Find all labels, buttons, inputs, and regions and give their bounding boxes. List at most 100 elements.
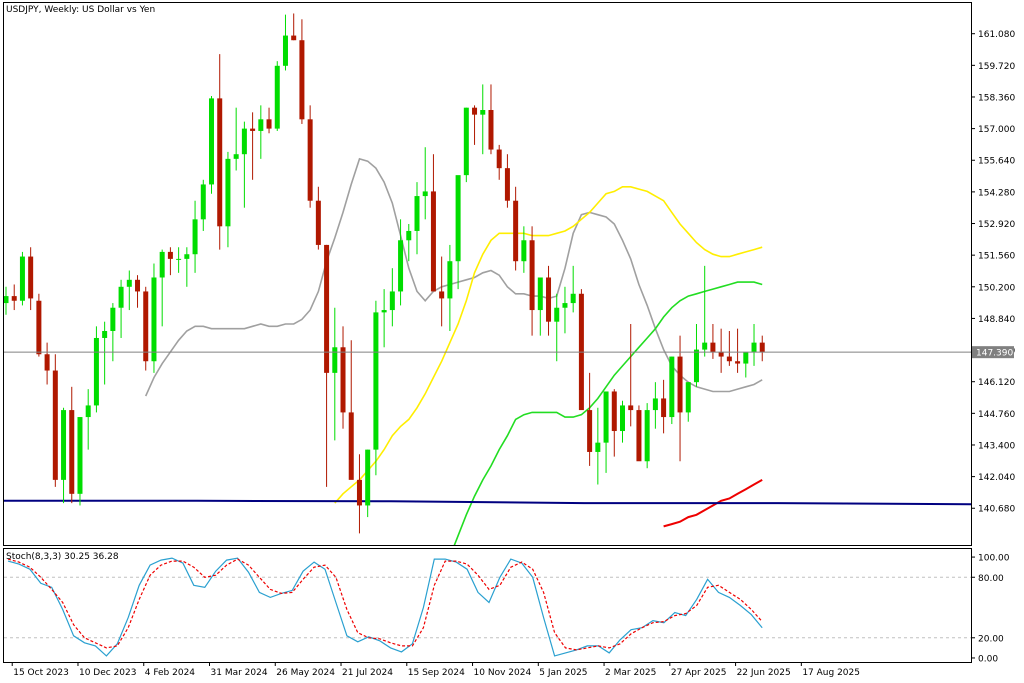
candle-body: [439, 291, 445, 299]
time-tick-label: 2 Mar 2025: [605, 668, 656, 678]
candle-body: [521, 240, 527, 262]
candle-body: [759, 342, 765, 352]
candle: [373, 300, 379, 476]
candle: [93, 326, 99, 413]
chart-title: USDJPY, Weekly: US Dollar vs Yen: [6, 5, 155, 15]
candle: [52, 354, 58, 487]
candle-body: [340, 347, 346, 413]
candle-body: [241, 128, 247, 155]
candle-body: [266, 119, 272, 129]
candle-body: [373, 312, 379, 450]
time-tick-label: 4 Feb 2024: [145, 668, 196, 678]
candle-body: [19, 256, 25, 301]
candle-body: [28, 256, 34, 299]
candle-body: [735, 361, 741, 364]
candle: [151, 263, 157, 373]
time-tick-label: 15 Oct 2023: [13, 668, 69, 678]
candle-body: [554, 307, 560, 322]
price-tick-label: 155.640: [978, 157, 1015, 167]
candle-body: [381, 310, 387, 313]
candle-body: [620, 405, 625, 432]
candle-body: [36, 300, 42, 355]
candle-body: [422, 191, 428, 197]
stoch-tick-label: 0.00: [978, 654, 998, 664]
candle-body: [513, 200, 519, 262]
candle-body: [677, 356, 683, 413]
candle-body: [184, 254, 190, 259]
candle-body: [44, 354, 50, 371]
candle: [274, 61, 280, 131]
candle: [209, 96, 214, 194]
time-axis[interactable]: 15 Oct 2023 10 Dec 2023 4 Feb 2024 31 Mar 2…: [11, 662, 860, 678]
candle-body: [274, 65, 280, 129]
candle-body: [644, 410, 650, 462]
time-tick-label: 26 May 2024: [276, 668, 335, 678]
candle-body: [669, 356, 675, 418]
chart-svg: USDJPY, Weekly: US Dollar vs Yen 161.080…: [3, 2, 1015, 678]
price-tick-label: 148.840: [978, 315, 1015, 325]
candle-body: [562, 303, 568, 308]
candle: [143, 286, 149, 371]
candle-body: [332, 347, 338, 373]
price-tick-label: 154.280: [978, 188, 1015, 198]
candle: [19, 251, 25, 306]
candle-body: [430, 191, 436, 292]
stoch-axis[interactable]: 100.00 80.00 20.00 0.00: [971, 554, 1010, 665]
candle-body: [611, 391, 617, 432]
main-price-pane[interactable]: USDJPY, Weekly: US Dollar vs Yen: [3, 2, 972, 557]
candle-body: [61, 410, 67, 480]
candle-body: [529, 240, 535, 311]
candle-body: [299, 40, 305, 120]
candle-body: [603, 391, 609, 443]
candle-body: [250, 128, 256, 131]
candle-body: [496, 149, 502, 169]
main-pane-border: [3, 2, 972, 546]
candle-body: [324, 244, 330, 373]
current-price-tag: 147.390: [972, 346, 1014, 359]
candle-body: [472, 107, 478, 115]
candle-body: [726, 356, 732, 362]
stoch-tick-label: 80.00: [978, 574, 1004, 584]
candle-body: [685, 382, 691, 413]
candle: [307, 105, 313, 208]
candle-body: [628, 405, 634, 411]
candle-body: [93, 337, 99, 406]
candle-body: [200, 184, 206, 220]
candle-body: [69, 410, 75, 494]
candle-body: [167, 251, 173, 259]
price-axis[interactable]: 161.080 159.720 158.360 157.000 155.640 154.2…: [971, 30, 1015, 515]
candle-body: [192, 219, 198, 255]
time-tick-label: 10 Nov 2024: [474, 668, 532, 678]
candle-body: [52, 370, 58, 480]
time-tick-label: 17 Aug 2025: [802, 668, 860, 678]
candle-body: [11, 296, 17, 301]
candle-body: [143, 291, 149, 362]
price-tick-label: 146.120: [978, 378, 1015, 388]
candle-body: [4, 296, 9, 304]
candle-body: [151, 277, 157, 362]
stoch-pane-border: [3, 548, 972, 663]
candle-body: [209, 98, 214, 185]
stoch-title: Stoch(8,3,3) 30.25 36.28: [6, 552, 119, 562]
candle-body: [463, 107, 469, 176]
candle-body: [217, 98, 223, 227]
time-tick-label: 21 Jul 2024: [342, 668, 393, 678]
candle-body: [702, 342, 708, 350]
time-tick-label: 27 Apr 2025: [671, 668, 727, 678]
time-tick-label: 15 Sep 2024: [408, 668, 465, 678]
price-tick-label: 158.360: [978, 93, 1015, 103]
candle-body: [225, 158, 231, 227]
price-tick-label: 150.200: [978, 283, 1015, 293]
candle-body: [389, 291, 395, 311]
candle-body: [398, 240, 404, 292]
candle-body: [488, 110, 494, 150]
candle-body: [291, 35, 297, 41]
price-tick-label: 157.000: [978, 125, 1015, 135]
candle: [636, 405, 642, 462]
time-tick-label: 22 Jun 2025: [737, 668, 791, 678]
stochastic-pane[interactable]: Stoch(8,3,3) 30.25 36.28: [3, 548, 972, 663]
candle-body: [258, 119, 264, 131]
price-tick-label: 143.400: [978, 441, 1015, 451]
candle-body: [652, 398, 658, 411]
candle-body: [537, 277, 543, 311]
